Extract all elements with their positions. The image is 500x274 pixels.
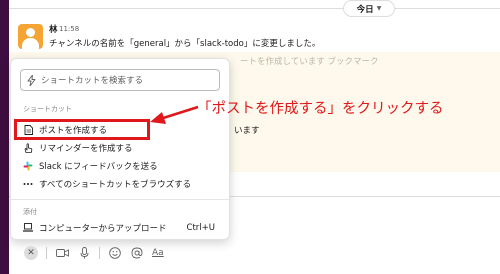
background-message-text: います: [234, 126, 260, 136]
message-author[interactable]: 林: [49, 23, 58, 35]
shortcut-search-input[interactable]: ショートカットを検索する: [20, 69, 220, 91]
annotation-arrow-icon: [150, 105, 199, 124]
menu-item-label: Slack にフィードバックを送る: [39, 161, 158, 172]
close-icon[interactable]: ✕: [24, 246, 38, 260]
date-label: 今日: [356, 4, 374, 15]
lightning-icon: [27, 71, 36, 90]
shortcut-menu: ショートカットを検索する ショートカット ポストを作成する リマインダーを作成す…: [10, 58, 231, 240]
toolbar-divider: [46, 247, 47, 259]
search-placeholder: ショートカットを検索する: [41, 76, 144, 86]
faded-background-text: ートを作成しています ブックマーク: [240, 57, 379, 67]
workspace-sidebar-edge: [0, 0, 9, 274]
menu-item-label: コンピューターからアップロード: [39, 223, 167, 234]
toolbar-divider: [99, 247, 100, 259]
microphone-icon[interactable]: [77, 246, 91, 260]
menu-item-send-feedback[interactable]: Slack にフィードバックを送る: [23, 157, 158, 174]
mention-icon[interactable]: [130, 246, 144, 260]
emoji-icon[interactable]: [108, 246, 122, 260]
date-divider-line: [9, 8, 500, 9]
menu-item-create-reminder[interactable]: リマインダーを作成する: [23, 139, 133, 156]
format-text-button[interactable]: Aa: [152, 248, 164, 258]
video-icon[interactable]: [55, 246, 69, 260]
date-divider-button[interactable]: 今日 ▼: [343, 0, 395, 17]
menu-item-label: リマインダーを作成する: [39, 143, 133, 154]
keyboard-shortcut: Ctrl+U: [186, 222, 215, 233]
avatar[interactable]: [18, 24, 43, 49]
laptop-icon: [23, 223, 33, 233]
menu-item-label: すべてのショートカットをブラウズする: [39, 179, 192, 190]
annotation-text: 「ポストを作成する」をクリックする: [197, 101, 444, 117]
section-label-shortcuts: ショートカット: [23, 105, 72, 113]
section-label-attach: 添付: [23, 208, 37, 216]
chevron-down-icon: ▼: [376, 5, 382, 12]
message-text: チャンネルの名前を「general」から「slack-todo」に変更しました。: [49, 39, 321, 49]
menu-divider: [11, 199, 231, 200]
highlight-box: [14, 119, 150, 140]
hand-icon: [23, 142, 33, 153]
ellipsis-icon: [23, 179, 33, 189]
composer-toolbar: ✕ Aa: [24, 245, 164, 261]
menu-item-upload-from-computer[interactable]: コンピューターからアップロード Ctrl+U: [23, 219, 215, 236]
slack-logo-icon: [23, 161, 33, 171]
message-timestamp[interactable]: 11:58: [59, 25, 79, 33]
menu-item-browse-shortcuts[interactable]: すべてのショートカットをブラウズする: [23, 175, 191, 192]
